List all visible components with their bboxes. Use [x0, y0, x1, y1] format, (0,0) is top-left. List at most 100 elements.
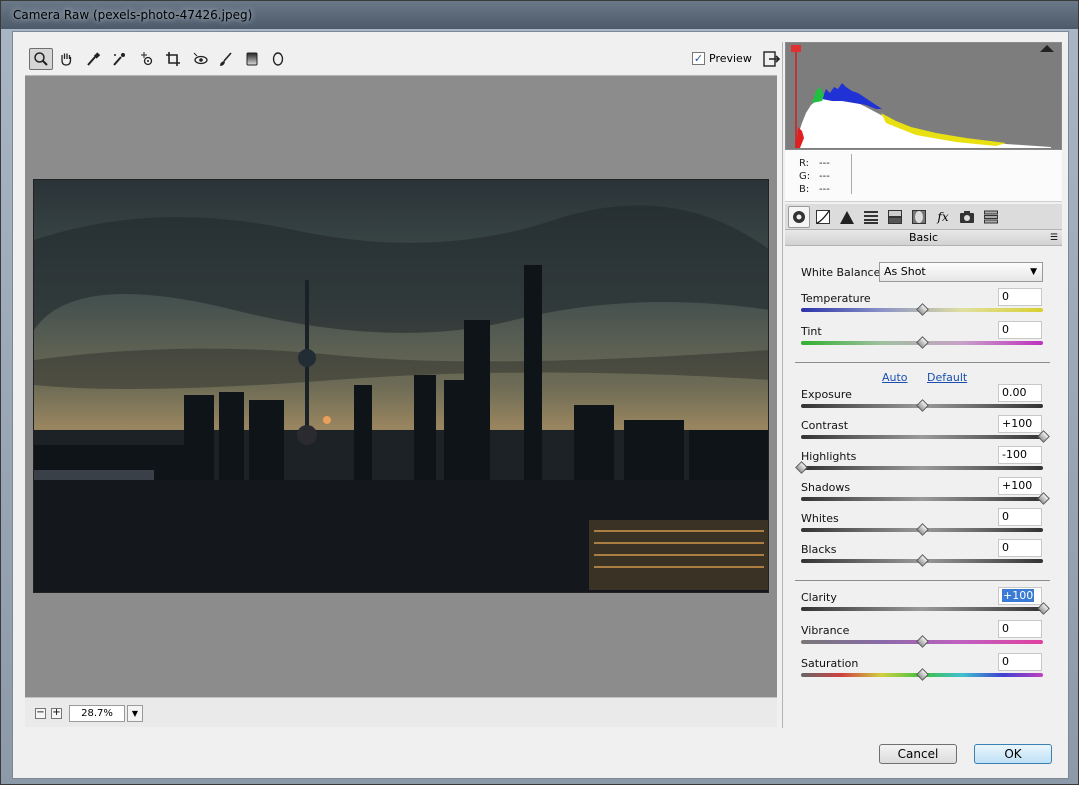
- camera-raw-window: Camera Raw (pexels-photo-47426.jpeg) ✓ P…: [0, 0, 1079, 785]
- zoom-dropdown-icon[interactable]: ▼: [127, 705, 143, 722]
- tint-slider[interactable]: [801, 336, 1043, 349]
- fullscreen-toggle-icon[interactable]: [761, 48, 783, 70]
- shadows-slider[interactable]: [801, 492, 1050, 505]
- exposure-label: Exposure: [801, 388, 852, 401]
- temperature-value: 0: [1002, 290, 1009, 303]
- adjustment-brush-tool-icon[interactable]: [214, 48, 238, 70]
- temperature-slider[interactable]: [801, 303, 1043, 316]
- lens-corrections-tab-icon[interactable]: [908, 206, 930, 228]
- blacks-value: 0: [1002, 541, 1009, 554]
- panel-title: Basic: [908, 231, 939, 244]
- zoom-bar: − + 28.7% ▼: [25, 697, 777, 727]
- white-balance-select[interactable]: As Shot ▼: [879, 262, 1043, 282]
- whites-value: 0: [1002, 510, 1009, 523]
- highlights-value-field[interactable]: -100: [998, 446, 1042, 464]
- exposure-slider[interactable]: [801, 399, 1043, 412]
- zoom-in-button[interactable]: +: [51, 708, 62, 719]
- g-label: G:: [799, 171, 811, 182]
- detail-tab-icon[interactable]: [836, 206, 858, 228]
- temperature-slider-thumb[interactable]: [916, 303, 929, 316]
- tint-slider-thumb[interactable]: [916, 336, 929, 349]
- panel-tabs: fx: [785, 204, 1062, 230]
- highlights-label: Highlights: [801, 450, 857, 463]
- photo-preview: [33, 179, 769, 593]
- contrast-value: +100: [1002, 417, 1033, 430]
- preview-checkbox[interactable]: ✓: [692, 52, 705, 65]
- red-eye-tool-icon[interactable]: [188, 48, 212, 70]
- camera-calibration-tab-icon[interactable]: [956, 206, 978, 228]
- saturation-value-field[interactable]: 0: [998, 653, 1042, 671]
- radial-filter-tool-icon[interactable]: [266, 48, 290, 70]
- blacks-slider[interactable]: [801, 554, 1043, 567]
- tint-value: 0: [1002, 323, 1009, 336]
- contrast-value-field[interactable]: +100: [998, 415, 1042, 433]
- hand-tool-icon[interactable]: [54, 48, 78, 70]
- ok-button[interactable]: OK: [974, 744, 1052, 764]
- whites-value-field[interactable]: 0: [998, 508, 1042, 526]
- contrast-label: Contrast: [801, 419, 849, 432]
- targeted-adjustment-tool-icon[interactable]: [135, 48, 159, 70]
- blacks-label: Blacks: [801, 543, 837, 556]
- blacks-value-field[interactable]: 0: [998, 539, 1042, 557]
- zoom-tool-icon[interactable]: [29, 48, 53, 70]
- histogram: [785, 42, 1062, 150]
- shadows-value-field[interactable]: +100: [998, 477, 1042, 495]
- blacks-slider-thumb[interactable]: [916, 554, 929, 567]
- whites-slider[interactable]: [801, 523, 1043, 536]
- b-value: ---: [819, 184, 830, 195]
- highlights-value: -100: [1002, 448, 1027, 461]
- tone-curve-tab-icon[interactable]: [812, 206, 834, 228]
- divider: [795, 580, 1050, 581]
- exposure-value: 0.00: [1002, 386, 1027, 399]
- vibrance-slider[interactable]: [801, 635, 1043, 648]
- basic-tab-icon[interactable]: [788, 206, 810, 228]
- panel-menu-icon[interactable]: ☰: [1050, 231, 1058, 246]
- whites-slider-thumb[interactable]: [916, 523, 929, 536]
- effects-tab-icon[interactable]: fx: [932, 206, 954, 228]
- rgb-readout: R: G: B: --- --- ---: [785, 150, 1062, 202]
- hsl-tab-icon[interactable]: [860, 206, 882, 228]
- g-value: ---: [819, 171, 830, 182]
- zoom-level-field[interactable]: 28.7%: [69, 705, 125, 722]
- clarity-value-field[interactable]: +100: [998, 587, 1042, 605]
- tint-value-field[interactable]: 0: [998, 321, 1042, 339]
- temperature-value-field[interactable]: 0: [998, 288, 1042, 306]
- split-toning-tab-icon[interactable]: [884, 206, 906, 228]
- title-bar: Camera Raw (pexels-photo-47426.jpeg): [1, 1, 1078, 29]
- chevron-down-icon: ▼: [1030, 267, 1037, 277]
- shadows-label: Shadows: [801, 481, 851, 494]
- highlights-slider[interactable]: [795, 461, 1043, 474]
- vibrance-value: 0: [1002, 622, 1009, 635]
- temperature-label: Temperature: [801, 292, 871, 305]
- white-balance-tool-icon[interactable]: [81, 48, 105, 70]
- exposure-value-field[interactable]: 0.00: [998, 384, 1042, 402]
- r-value: ---: [819, 158, 830, 169]
- highlights-slider-thumb[interactable]: [795, 461, 808, 474]
- tint-label: Tint: [801, 325, 822, 338]
- presets-tab-icon[interactable]: [980, 206, 1002, 228]
- exposure-slider-thumb[interactable]: [916, 399, 929, 412]
- clarity-slider[interactable]: [801, 602, 1050, 615]
- saturation-label: Saturation: [801, 657, 859, 670]
- tool-bar: ✓ Preview: [25, 42, 781, 76]
- cancel-button[interactable]: Cancel: [879, 744, 957, 764]
- saturation-slider-thumb[interactable]: [916, 668, 929, 681]
- zoom-out-button[interactable]: −: [35, 708, 46, 719]
- default-link[interactable]: Default: [927, 371, 967, 384]
- basic-panel-header: Basic ☰: [785, 230, 1062, 246]
- graduated-filter-tool-icon[interactable]: [240, 48, 264, 70]
- color-sampler-tool-icon[interactable]: [107, 48, 131, 70]
- auto-link[interactable]: Auto: [882, 371, 908, 384]
- preview-toggle[interactable]: ✓ Preview: [692, 52, 752, 65]
- r-label: R:: [799, 158, 810, 169]
- vibrance-value-field[interactable]: 0: [998, 620, 1042, 638]
- saturation-slider[interactable]: [801, 668, 1043, 681]
- vibrance-slider-thumb[interactable]: [916, 635, 929, 648]
- contrast-slider[interactable]: [801, 430, 1050, 443]
- crop-tool-icon[interactable]: [161, 48, 185, 70]
- image-preview-area[interactable]: [25, 76, 777, 697]
- clarity-label: Clarity: [801, 591, 837, 604]
- white-balance-value: As Shot: [884, 265, 926, 278]
- dialog-client-area: ✓ Preview − + 28.7% ▼ R: G: B: --- --- -…: [12, 31, 1069, 779]
- adjustments-panel: R: G: B: --- --- --- fx Basic ☰ White Ba…: [782, 42, 1062, 728]
